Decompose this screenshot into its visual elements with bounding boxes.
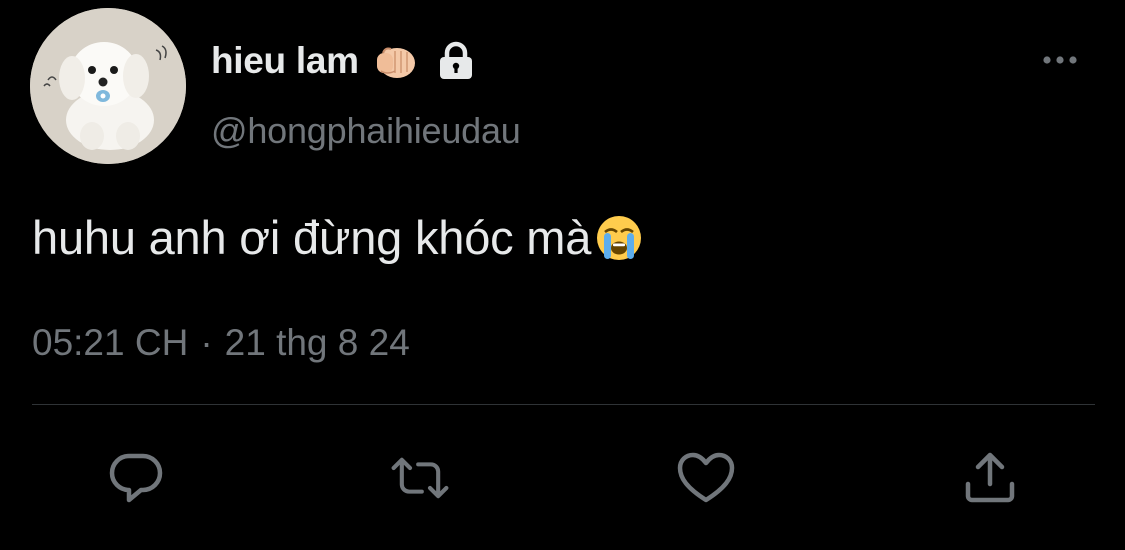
retweet-icon [391,457,449,499]
author-handle[interactable]: @hongphaihieudau [211,110,521,152]
more-options-icon[interactable] [1042,50,1082,70]
share-button[interactable] [960,450,1020,506]
reply-icon [109,453,163,503]
fist-emoji-icon [373,41,417,81]
divider [32,404,1095,405]
share-icon [965,452,1015,503]
avatar[interactable] [30,8,186,164]
reply-button[interactable] [106,450,166,506]
author-display-name[interactable]: hieu lam [211,40,359,82]
author-row: hieu lam [211,38,477,84]
timestamp-date: 21 thg 8 24 [224,322,410,363]
protected-lock-icon [435,40,477,82]
timestamp-time: 05:21 CH [32,322,189,363]
retweet-button[interactable] [390,450,450,506]
tweet-body: huhu anh ơi đừng khóc mà [32,211,592,264]
loudly-crying-face-icon [593,212,645,264]
heart-icon [677,452,735,503]
tweet-timestamp[interactable]: 05:21 CH · 21 thg 8 24 [32,322,410,364]
tweet-detail: hieu lam @hongphaihieudau huhu anh ơi đừ… [0,0,1125,550]
timestamp-separator: · [200,322,213,363]
like-button[interactable] [676,450,736,506]
tweet-text: huhu anh ơi đừng khóc mà [32,210,645,265]
